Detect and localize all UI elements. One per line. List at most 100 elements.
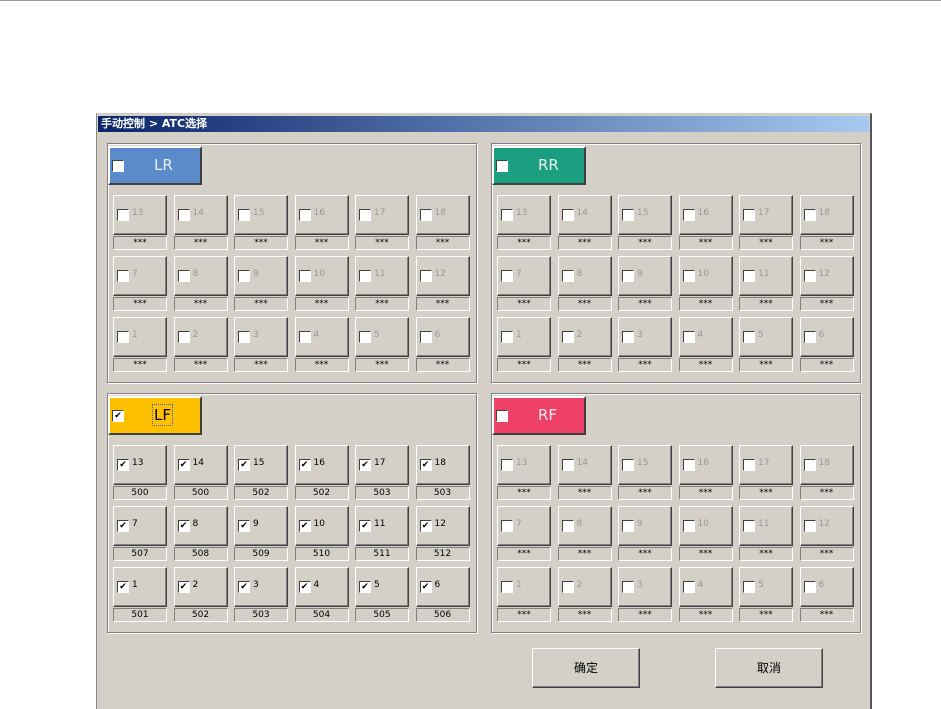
atc-button-14[interactable]: ✔ 14 <box>173 445 228 485</box>
atc-button-12[interactable]: 12 <box>799 256 854 296</box>
checkbox-icon[interactable] <box>419 209 432 221</box>
checkbox-icon[interactable] <box>682 520 695 532</box>
atc-button-10[interactable]: 10 <box>678 506 733 546</box>
checkbox-icon[interactable]: ✔ <box>238 520 250 532</box>
atc-button-5[interactable]: 5 <box>739 317 793 357</box>
checkbox-icon[interactable] <box>743 581 755 593</box>
checkbox-icon[interactable]: ✔ <box>359 459 371 471</box>
atc-button-8[interactable]: ✔ 8 <box>173 506 228 546</box>
checkbox-icon[interactable] <box>803 270 816 282</box>
atc-button-11[interactable]: 11 <box>739 506 793 546</box>
checkbox-icon[interactable] <box>561 581 574 593</box>
atc-button-17[interactable]: 17 <box>739 445 793 485</box>
atc-button-7[interactable]: 7 <box>497 506 551 546</box>
atc-button-13[interactable]: 13 <box>497 445 551 485</box>
atc-button-14[interactable]: 14 <box>557 195 612 235</box>
atc-button-16[interactable]: 16 <box>678 445 733 485</box>
checkbox-icon[interactable] <box>743 270 755 282</box>
checkbox-icon[interactable] <box>622 520 634 532</box>
checkbox-icon[interactable] <box>682 270 695 282</box>
atc-button-7[interactable]: 7 <box>497 256 551 296</box>
group-toggle-rf[interactable]: RF <box>492 396 586 435</box>
atc-button-13[interactable]: 13 <box>497 195 551 235</box>
atc-button-4[interactable]: 4 <box>294 317 349 357</box>
checkbox-icon[interactable] <box>622 209 634 221</box>
atc-button-10[interactable]: 10 <box>678 256 733 296</box>
checkbox-icon[interactable] <box>117 209 129 221</box>
atc-button-18[interactable]: 18 <box>415 195 470 235</box>
atc-button-12[interactable]: ✔ 12 <box>415 506 470 546</box>
atc-button-5[interactable]: 5 <box>739 567 793 607</box>
atc-button-18[interactable]: ✔ 18 <box>415 445 470 485</box>
atc-button-9[interactable]: 9 <box>618 256 672 296</box>
atc-button-18[interactable]: 18 <box>799 445 854 485</box>
checkbox-icon[interactable] <box>359 270 371 282</box>
atc-button-8[interactable]: 8 <box>557 506 612 546</box>
checkbox-icon[interactable] <box>682 459 695 471</box>
checkbox-icon[interactable] <box>682 209 695 221</box>
group-toggle-lf[interactable]: ✔ LF <box>108 396 202 435</box>
checkbox-icon[interactable]: ✔ <box>117 520 129 532</box>
atc-button-4[interactable]: 4 <box>678 567 733 607</box>
checkbox-icon[interactable]: ✔ <box>359 520 371 532</box>
atc-button-2[interactable]: 2 <box>557 567 612 607</box>
atc-button-13[interactable]: 13 <box>113 195 167 235</box>
checkbox-icon[interactable] <box>622 270 634 282</box>
atc-button-12[interactable]: 12 <box>415 256 470 296</box>
atc-button-16[interactable]: ✔ 16 <box>294 445 349 485</box>
group-toggle-rr[interactable]: RR <box>492 146 586 185</box>
atc-button-3[interactable]: 3 <box>618 317 672 357</box>
atc-button-13[interactable]: ✔ 13 <box>113 445 167 485</box>
checkbox-icon[interactable]: ✔ <box>298 581 311 593</box>
checkbox-icon[interactable] <box>501 270 513 282</box>
checkbox-icon[interactable] <box>803 459 816 471</box>
checkbox-icon[interactable] <box>298 209 311 221</box>
atc-button-6[interactable]: ✔ 6 <box>415 567 470 607</box>
atc-button-10[interactable]: ✔ 10 <box>294 506 349 546</box>
atc-button-14[interactable]: 14 <box>173 195 228 235</box>
atc-button-2[interactable]: 2 <box>173 317 228 357</box>
atc-button-4[interactable]: ✔ 4 <box>294 567 349 607</box>
checkbox-icon[interactable] <box>238 270 250 282</box>
checkbox-icon[interactable] <box>622 581 634 593</box>
atc-button-5[interactable]: ✔ 5 <box>355 567 409 607</box>
checkbox-icon[interactable]: ✔ <box>112 410 124 422</box>
checkbox-icon[interactable] <box>622 331 634 343</box>
checkbox-icon[interactable]: ✔ <box>177 581 190 593</box>
atc-button-9[interactable]: ✔ 9 <box>234 506 288 546</box>
atc-button-8[interactable]: 8 <box>173 256 228 296</box>
checkbox-icon[interactable] <box>496 410 508 422</box>
checkbox-icon[interactable] <box>501 581 513 593</box>
atc-button-2[interactable]: ✔ 2 <box>173 567 228 607</box>
checkbox-icon[interactable] <box>682 581 695 593</box>
checkbox-icon[interactable] <box>501 331 513 343</box>
checkbox-icon[interactable] <box>501 459 513 471</box>
checkbox-icon[interactable] <box>177 331 190 343</box>
atc-button-3[interactable]: 3 <box>618 567 672 607</box>
atc-button-7[interactable]: ✔ 7 <box>113 506 167 546</box>
atc-button-11[interactable]: ✔ 11 <box>355 506 409 546</box>
checkbox-icon[interactable] <box>117 270 129 282</box>
checkbox-icon[interactable]: ✔ <box>419 520 432 532</box>
checkbox-icon[interactable]: ✔ <box>117 581 129 593</box>
checkbox-icon[interactable]: ✔ <box>177 459 190 471</box>
checkbox-icon[interactable] <box>419 270 432 282</box>
checkbox-icon[interactable]: ✔ <box>117 459 129 471</box>
checkbox-icon[interactable] <box>117 331 129 343</box>
atc-button-15[interactable]: 15 <box>618 445 672 485</box>
checkbox-icon[interactable] <box>743 520 755 532</box>
checkbox-icon[interactable] <box>561 459 574 471</box>
checkbox-icon[interactable] <box>561 209 574 221</box>
checkbox-icon[interactable] <box>743 331 755 343</box>
checkbox-icon[interactable] <box>561 331 574 343</box>
checkbox-icon[interactable]: ✔ <box>298 459 311 471</box>
atc-button-6[interactable]: 6 <box>799 317 854 357</box>
atc-button-6[interactable]: 6 <box>415 317 470 357</box>
checkbox-icon[interactable] <box>743 209 755 221</box>
checkbox-icon[interactable] <box>298 270 311 282</box>
ok-button[interactable]: 确定 <box>532 648 640 688</box>
checkbox-icon[interactable]: ✔ <box>177 520 190 532</box>
atc-button-1[interactable]: 1 <box>113 317 167 357</box>
atc-button-17[interactable]: 17 <box>355 195 409 235</box>
checkbox-icon[interactable]: ✔ <box>238 581 250 593</box>
